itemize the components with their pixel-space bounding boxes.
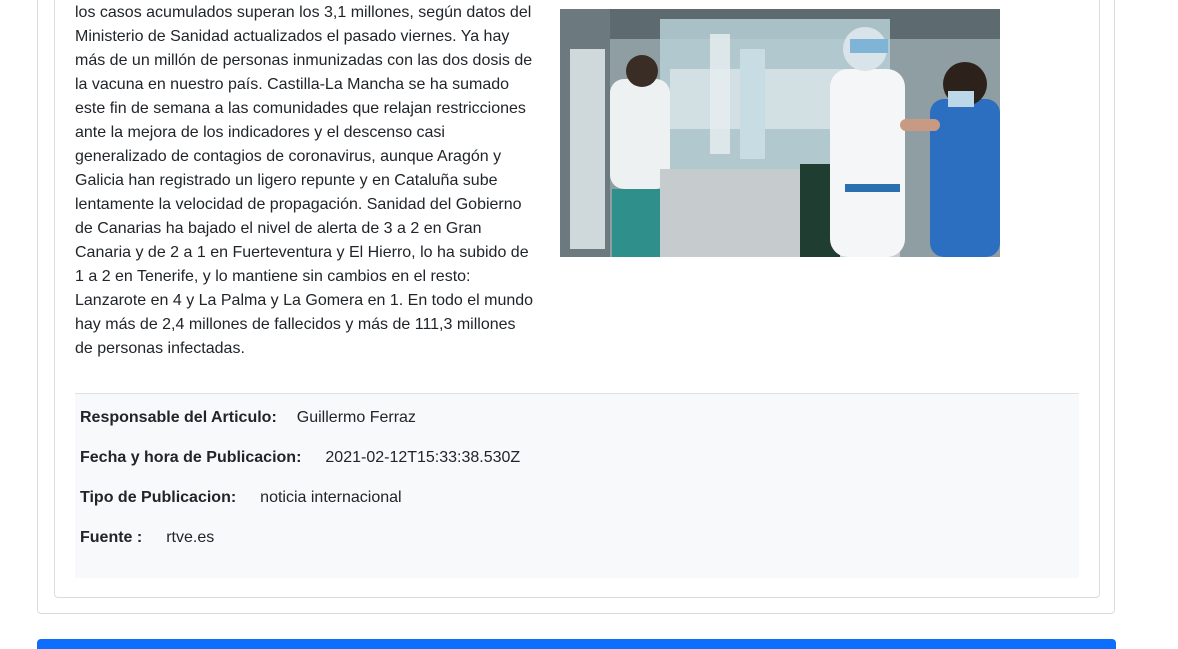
source-label: Fuente : — [80, 529, 143, 546]
date-row: Fecha y hora de Publicacion: 2021-02-12T1… — [80, 448, 520, 468]
source-value: rtve.es — [166, 529, 215, 546]
author-value: Guillermo Ferraz — [296, 409, 416, 426]
date-value: 2021-02-12T15:33:38.530Z — [325, 449, 521, 466]
author-label: Responsable del Articulo: — [80, 409, 277, 426]
article-photo — [560, 9, 1000, 257]
article-body-text: los casos acumulados superan los 3,1 mil… — [75, 4, 534, 357]
type-row: Tipo de Publicacion: noticia internaciona… — [80, 488, 402, 508]
type-value: noticia internacional — [260, 489, 402, 506]
type-label: Tipo de Publicacion: — [80, 489, 237, 506]
article-metadata-panel: Responsable del Articulo: Guillermo Ferra… — [75, 393, 1079, 578]
source-row: Fuente : rtve.es — [80, 528, 214, 548]
date-label: Fecha y hora de Publicacion: — [80, 449, 302, 466]
next-card-header — [37, 639, 1116, 649]
author-row: Responsable del Articulo: Guillermo Ferra… — [80, 408, 416, 428]
